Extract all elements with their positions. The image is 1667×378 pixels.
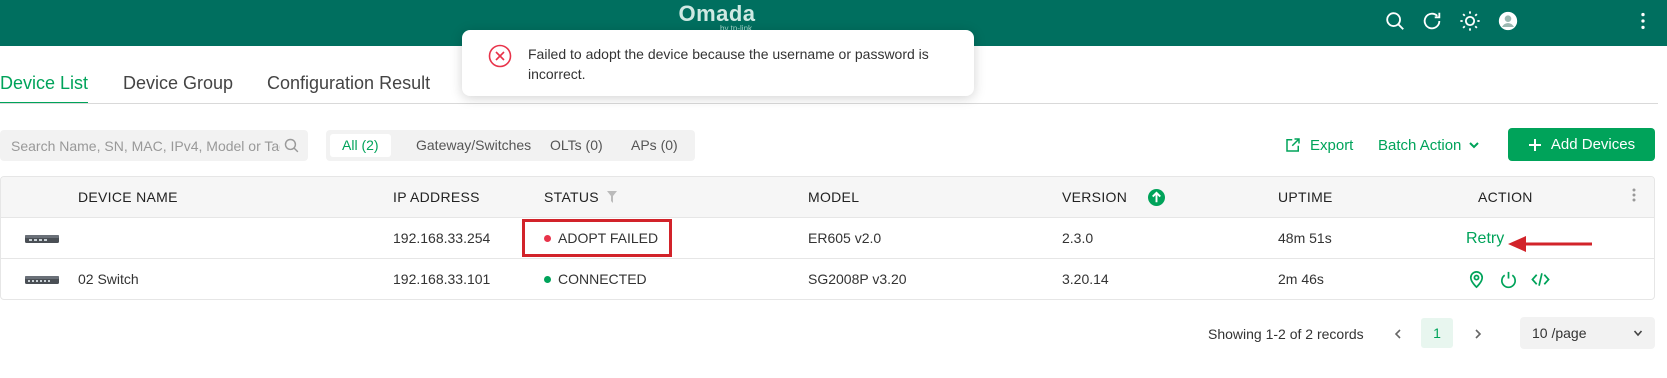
page-size-value: 10 /page bbox=[1532, 325, 1587, 341]
more-vertical-icon[interactable] bbox=[1630, 8, 1656, 34]
table-row[interactable]: 02 Switch 192.168.33.101 CONNECTED SG200… bbox=[1, 258, 1654, 299]
add-devices-button[interactable]: Add Devices bbox=[1508, 128, 1655, 161]
code-icon[interactable] bbox=[1531, 270, 1550, 289]
table-header: DEVICE NAME IP ADDRESS STATUS MODEL VERS… bbox=[1, 177, 1654, 217]
device-model: SG2008P v3.20 bbox=[808, 271, 907, 287]
router-device-icon bbox=[25, 235, 59, 243]
status-highlight-box bbox=[522, 219, 672, 257]
search-box bbox=[0, 130, 308, 161]
search-input[interactable] bbox=[0, 130, 280, 161]
column-model[interactable]: MODEL bbox=[808, 177, 859, 217]
chevron-down-icon bbox=[1633, 330, 1643, 337]
device-version: 3.20.14 bbox=[1062, 271, 1109, 287]
omada-logo: Omada by tp-link bbox=[672, 1, 762, 34]
user-avatar-icon[interactable] bbox=[1495, 8, 1521, 34]
column-ip-address[interactable]: IP ADDRESS bbox=[393, 177, 480, 217]
export-icon bbox=[1286, 138, 1300, 152]
table-row[interactable]: 192.168.33.254 ADOPT FAILED ER605 v2.0 2… bbox=[1, 217, 1654, 259]
device-version: 2.3.0 bbox=[1062, 230, 1094, 246]
page-number-current[interactable]: 1 bbox=[1421, 318, 1453, 348]
logo-text: Omada bbox=[678, 1, 756, 26]
column-version[interactable]: VERSION bbox=[1062, 177, 1127, 217]
page-size-select[interactable]: 10 /page bbox=[1520, 317, 1655, 349]
filter-funnel-icon[interactable] bbox=[607, 191, 617, 203]
status-dot bbox=[544, 276, 551, 283]
device-type-filter: All (2) Gateway/Switches OLTs (0) APs (0… bbox=[326, 130, 695, 161]
column-device-name[interactable]: DEVICE NAME bbox=[78, 177, 178, 217]
tab-device-group[interactable]: Device Group bbox=[123, 68, 233, 104]
batch-action-button[interactable]: Batch Action bbox=[1378, 134, 1480, 156]
column-settings-icon[interactable] bbox=[1629, 187, 1639, 203]
toast-message: Failed to adopt the device because the u… bbox=[528, 46, 929, 82]
export-label: Export bbox=[1310, 136, 1354, 154]
search-field-icon[interactable] bbox=[283, 137, 300, 154]
error-circle-icon bbox=[488, 44, 512, 68]
records-count: Showing 1-2 of 2 records bbox=[1208, 326, 1364, 342]
chevron-down-icon bbox=[1469, 142, 1480, 149]
refresh-icon[interactable] bbox=[1419, 8, 1445, 34]
device-model: ER605 v2.0 bbox=[808, 230, 882, 246]
plus-icon bbox=[1528, 138, 1541, 151]
retry-link[interactable]: Retry bbox=[1466, 218, 1504, 259]
search-icon[interactable] bbox=[1382, 8, 1408, 34]
filter-aps[interactable]: APs (0) bbox=[619, 134, 690, 157]
device-name: 02 Switch bbox=[78, 271, 139, 287]
upgrade-arrow-icon[interactable] bbox=[1148, 189, 1165, 206]
power-icon[interactable] bbox=[1499, 270, 1518, 289]
next-page-button[interactable] bbox=[1465, 320, 1491, 348]
device-ip: 192.168.33.254 bbox=[393, 230, 491, 246]
batch-action-label: Batch Action bbox=[1378, 136, 1462, 154]
chevron-left-icon bbox=[1394, 329, 1401, 339]
filter-olts[interactable]: OLTs (0) bbox=[538, 134, 615, 157]
switch-device-icon bbox=[25, 276, 59, 284]
location-pin-icon[interactable] bbox=[1467, 270, 1486, 289]
red-arrow-icon bbox=[1508, 236, 1592, 252]
tab-device-list[interactable]: Device List bbox=[0, 68, 88, 104]
theme-sun-icon[interactable] bbox=[1457, 8, 1483, 34]
device-uptime: 48m 51s bbox=[1278, 230, 1332, 246]
export-button[interactable]: Export bbox=[1284, 134, 1353, 156]
device-ip: 192.168.33.101 bbox=[393, 271, 491, 287]
error-toast: Failed to adopt the device because the u… bbox=[462, 30, 974, 96]
tabs-divider bbox=[0, 103, 1658, 104]
status-badge: CONNECTED bbox=[544, 259, 647, 299]
chevron-right-icon bbox=[1475, 329, 1482, 339]
tab-configuration-result[interactable]: Configuration Result bbox=[267, 68, 430, 104]
device-uptime: 2m 46s bbox=[1278, 271, 1324, 287]
column-action: ACTION bbox=[1478, 189, 1533, 205]
status-text: CONNECTED bbox=[558, 271, 647, 287]
column-status[interactable]: STATUS bbox=[544, 177, 599, 217]
device-table: DEVICE NAME IP ADDRESS STATUS MODEL VERS… bbox=[0, 176, 1655, 300]
filter-gateway-switches[interactable]: Gateway/Switches bbox=[404, 134, 543, 157]
add-devices-label: Add Devices bbox=[1550, 136, 1636, 153]
prev-page-button[interactable] bbox=[1385, 320, 1411, 348]
filter-all[interactable]: All (2) bbox=[330, 134, 391, 157]
column-uptime[interactable]: UPTIME bbox=[1278, 177, 1333, 217]
